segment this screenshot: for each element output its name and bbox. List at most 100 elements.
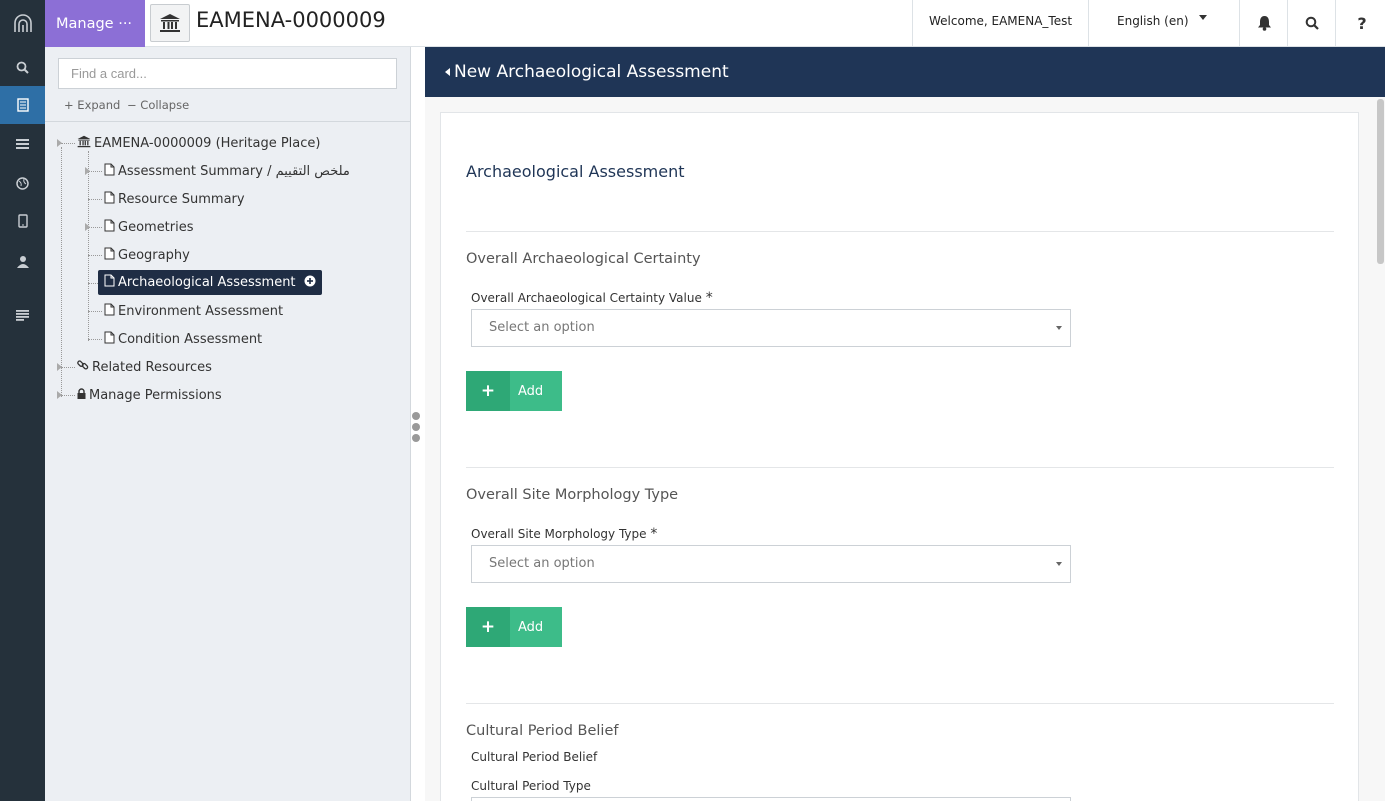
tree-connector (88, 171, 102, 172)
tree-root-label: EAMENA-0000009 (Heritage Place) (94, 135, 321, 151)
section-title: Overall Site Morphology Type (466, 487, 679, 503)
collapse-button[interactable]: − Collapse (127, 98, 189, 112)
chevron-down-icon[interactable] (1199, 15, 1207, 20)
arches-logo-icon[interactable] (0, 0, 45, 46)
tree-item-geometries[interactable]: Geometries (104, 216, 194, 238)
user-nav-icon[interactable] (0, 242, 45, 280)
tree-connector (61, 395, 75, 396)
add-circle-icon[interactable] (304, 275, 316, 291)
section-title: Overall Archaeological Certainty (466, 251, 701, 267)
tree-item-label: Environment Assessment (118, 303, 284, 319)
top-bar: Manage ··· EAMENA-0000009 Welcome, EAMEN… (45, 0, 1385, 47)
tree-item-label: Manage Permissions (89, 387, 222, 403)
tree-item-geography[interactable]: Geography (104, 244, 190, 266)
cultural-period-select[interactable] (471, 797, 1071, 801)
heritage-place-icon (150, 4, 190, 42)
tree-connector (61, 143, 75, 144)
chevron-down-icon (1056, 326, 1062, 330)
chevron-down-icon (1056, 562, 1062, 566)
expand-toggle-icon[interactable] (85, 223, 90, 231)
expand-button[interactable]: + Expand (64, 98, 120, 112)
tree-connector (61, 147, 62, 397)
expand-toggle-icon[interactable] (57, 139, 62, 147)
heritage-place-icon (77, 135, 91, 152)
divider (466, 231, 1334, 232)
select-placeholder: Select an option (489, 556, 595, 571)
help-icon[interactable]: ? (1350, 11, 1374, 35)
morphology-select[interactable]: Select an option (471, 545, 1071, 583)
find-card-input[interactable]: Find a card... (58, 58, 397, 89)
scrollbar[interactable] (1377, 99, 1384, 264)
tree-item-label: Related Resources (92, 359, 212, 375)
tree-item-related-resources[interactable]: Related Resources (77, 356, 212, 378)
add-button-label: Add (518, 383, 544, 399)
left-nav-rail (0, 0, 45, 801)
tree-item-label: Archaeological Assessment (118, 275, 296, 290)
tree-item-archaeological-assessment[interactable]: Archaeological Assessment (98, 270, 322, 295)
plus-icon: + (466, 371, 510, 411)
tree-connector (61, 367, 75, 368)
field-label: Cultural Period Type (471, 779, 591, 793)
tree-connector (88, 283, 98, 284)
tree-connector (88, 151, 89, 341)
language-select[interactable]: English (en) (1117, 14, 1189, 28)
card-header-title: New Archaeological Assessment (454, 62, 729, 82)
tree-item-label: Condition Assessment (118, 331, 263, 347)
form-card: Archaeological Assessment Overall Archae… (440, 112, 1359, 801)
divider (1088, 0, 1089, 47)
tree-item-label: Geometries (118, 219, 194, 235)
divider (1239, 0, 1240, 47)
welcome-user-link[interactable]: Welcome, EAMENA_Test (929, 14, 1072, 28)
chevron-left-icon[interactable] (445, 68, 450, 76)
plus-icon: + (466, 607, 510, 647)
card-header: New Archaeological Assessment (425, 47, 1385, 97)
card-tree-panel: Find a card... + Expand − Collapse EAMEN… (45, 47, 411, 801)
tree-item-environment-assessment[interactable]: Environment Assessment (104, 300, 283, 322)
app: Manage ··· EAMENA-0000009 Welcome, EAMEN… (0, 0, 1385, 801)
manage-menu-button[interactable]: Manage ··· (45, 0, 145, 47)
expand-toggle-icon[interactable] (57, 363, 62, 371)
tree-item-manage-permissions[interactable]: Manage Permissions (77, 384, 222, 406)
tree-item-condition-assessment[interactable]: Condition Assessment (104, 328, 262, 350)
resource-editor-nav-icon[interactable] (0, 86, 45, 124)
certainty-select[interactable]: Select an option (471, 309, 1071, 347)
expand-toggle-icon[interactable] (57, 391, 62, 399)
mobile-nav-icon[interactable] (0, 202, 45, 240)
bell-icon[interactable] (1252, 11, 1276, 35)
file-icon (104, 303, 115, 320)
divider (45, 121, 411, 122)
field-label: Overall Archaeological Certainty Value * (471, 290, 713, 306)
tree-connector (88, 339, 102, 340)
divider (466, 467, 1334, 468)
file-icon (104, 191, 115, 208)
plus-icon: + (64, 98, 74, 112)
card-title: Archaeological Assessment (466, 162, 685, 181)
search-nav-icon[interactable] (0, 48, 45, 86)
resource-title: EAMENA-0000009 (196, 8, 386, 32)
section-title: Cultural Period Belief (466, 723, 619, 739)
tree-root-node[interactable]: EAMENA-0000009 (Heritage Place) (77, 132, 320, 154)
tree-item-assessment-summary[interactable]: Assessment Summary / ملخص التقييم (104, 160, 350, 182)
list-nav-icon[interactable] (0, 125, 45, 163)
tree-item-resource-summary[interactable]: Resource Summary (104, 188, 245, 210)
field-label-text: Overall Archaeological Certainty Value (471, 291, 702, 305)
panel-resize-handle[interactable] (412, 412, 422, 444)
tree-connector (88, 311, 102, 312)
file-icon (104, 247, 115, 264)
file-icon (104, 274, 115, 291)
menu-toggle-icon[interactable] (0, 296, 45, 334)
sub-label: Cultural Period Belief (471, 750, 598, 764)
tree-connector (88, 227, 102, 228)
globe-nav-icon[interactable] (0, 164, 45, 202)
add-morphology-button[interactable]: + Add (466, 607, 562, 647)
add-certainty-button[interactable]: + Add (466, 371, 562, 411)
required-marker: * (650, 526, 658, 542)
collapse-label: Collapse (140, 98, 190, 112)
file-icon (104, 219, 115, 236)
search-icon[interactable] (1300, 11, 1324, 35)
minus-icon: − (127, 98, 137, 112)
expand-toggle-icon[interactable] (85, 167, 90, 175)
tree-connector (88, 255, 102, 256)
required-marker: * (705, 290, 713, 306)
select-placeholder: Select an option (489, 320, 595, 335)
